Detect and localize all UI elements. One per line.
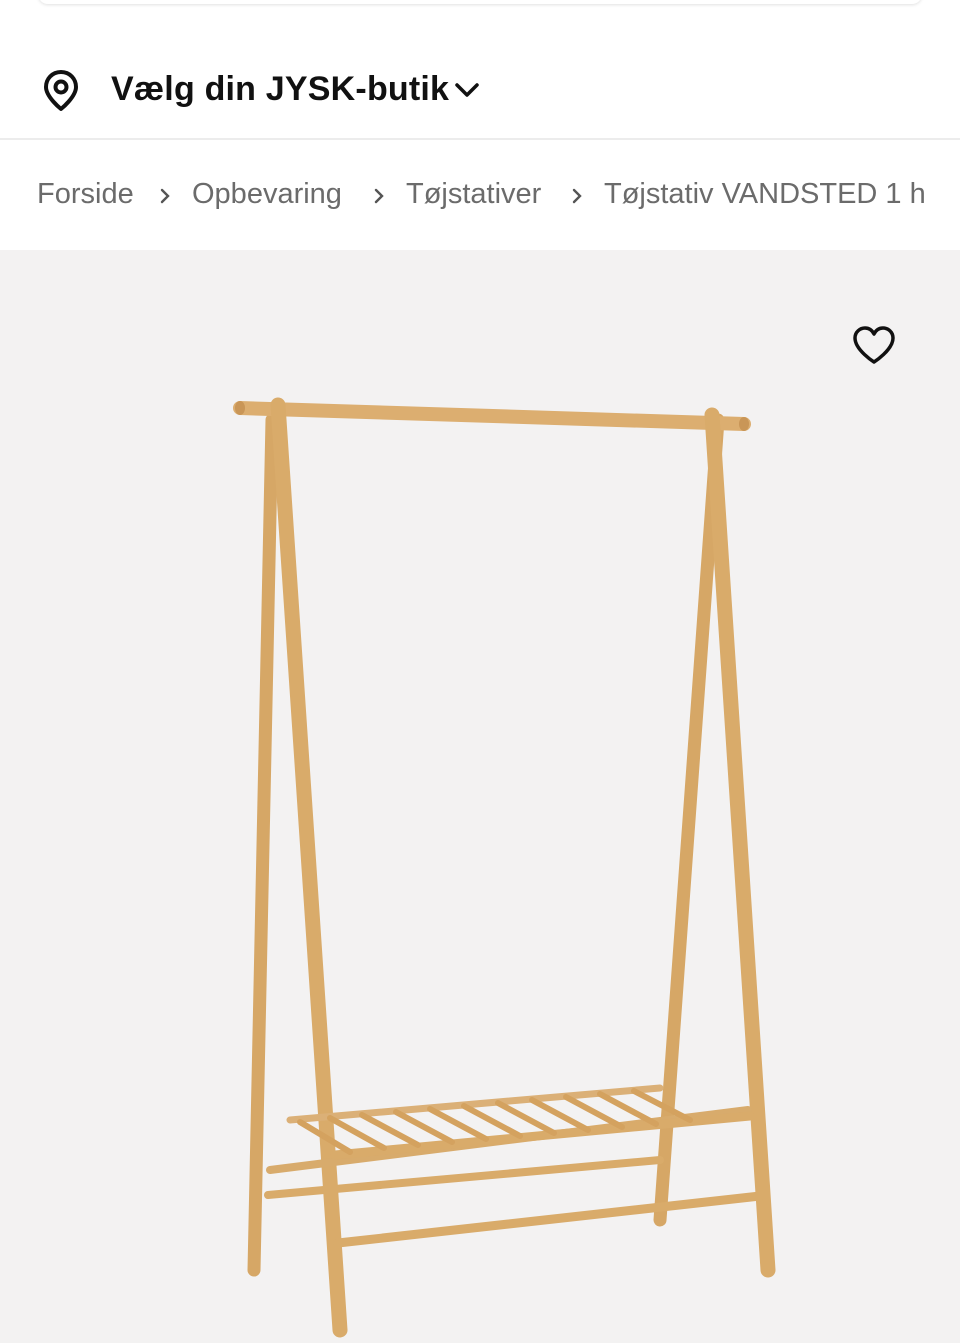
chevron-right-icon	[572, 188, 582, 204]
breadcrumb-item-clothes-racks[interactable]: Tøjstativer	[406, 178, 541, 211]
store-selector-label: Vælg din JYSK-butik	[111, 70, 450, 108]
store-selector[interactable]: Vælg din JYSK-butik	[0, 20, 960, 140]
location-pin-icon	[44, 70, 78, 111]
search-bar-remnant	[0, 0, 960, 20]
breadcrumb-item-home[interactable]: Forside	[37, 178, 134, 211]
heart-icon[interactable]	[851, 324, 897, 366]
chevron-right-icon	[160, 188, 170, 204]
chevron-down-icon[interactable]	[452, 78, 482, 102]
chevron-right-icon	[374, 188, 384, 204]
breadcrumb: Forside Opbevaring Tøjstativer Tøjstativ…	[0, 142, 960, 250]
search-bar-edge[interactable]	[38, 0, 922, 4]
clothes-rack-product-image	[233, 397, 776, 1338]
breadcrumb-item-current: Tøjstativ VANDSTED 1 h	[604, 178, 926, 210]
breadcrumb-item-storage[interactable]: Opbevaring	[192, 178, 342, 211]
